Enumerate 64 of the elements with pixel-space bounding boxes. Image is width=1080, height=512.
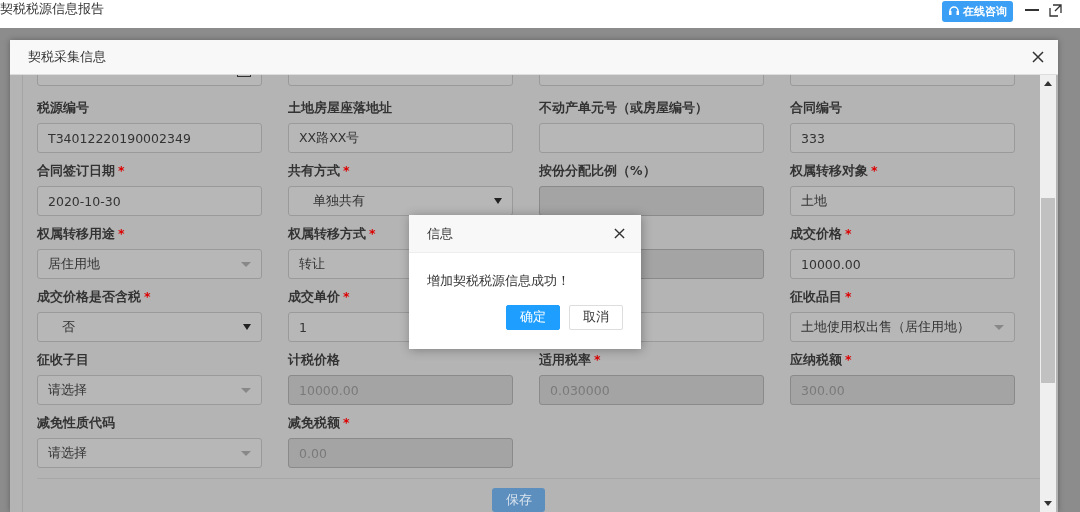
- minimize-icon[interactable]: [1025, 8, 1039, 12]
- field-label: 共有方式: [288, 163, 340, 178]
- field-label: 权属转移方式: [288, 226, 366, 241]
- field-label: 合同签订日期: [37, 163, 115, 178]
- select-field[interactable]: 请选择: [37, 438, 262, 468]
- field-label: 权属转移用途: [37, 226, 115, 241]
- field-label: 按份分配比例（%）: [539, 163, 656, 178]
- select-field[interactable]: 居住用地: [37, 249, 262, 279]
- input-field[interactable]: XX路XX号: [288, 123, 513, 153]
- dialog-title: 信息: [427, 224, 454, 243]
- select-field[interactable]: 请选择: [37, 375, 262, 405]
- required-mark: *: [343, 289, 350, 304]
- field-label: 计税价格: [288, 352, 340, 367]
- required-mark: *: [343, 415, 350, 430]
- caret-icon: [241, 387, 251, 393]
- required-mark: *: [343, 163, 350, 178]
- select-field[interactable]: 单独共有: [288, 186, 513, 216]
- cancel-button[interactable]: 取消: [569, 305, 623, 330]
- maximize-icon[interactable]: [1049, 3, 1062, 17]
- scroll-up-icon[interactable]: [1044, 81, 1052, 86]
- input-field[interactable]: 10000.00: [790, 249, 1015, 279]
- select-field[interactable]: 土地使用权出售（居住用地）: [790, 312, 1015, 342]
- required-mark: *: [871, 163, 878, 178]
- caret-icon: [994, 324, 1004, 330]
- field-label: 合同编号: [790, 100, 842, 115]
- caret-icon: [241, 261, 251, 267]
- required-mark: *: [144, 289, 151, 304]
- required-mark: *: [845, 289, 852, 304]
- close-icon[interactable]: [1032, 51, 1044, 63]
- field-label: 权属转移对象: [790, 163, 868, 178]
- dropdown-arrow-icon: [243, 324, 251, 330]
- dropdown-arrow-icon: [494, 198, 502, 204]
- scrollbar[interactable]: [1040, 75, 1056, 512]
- input-field[interactable]: 333: [790, 123, 1015, 153]
- window-title: 契税税源信息报告: [0, 0, 105, 18]
- required-mark: *: [845, 226, 852, 241]
- field-label: 减免税额: [288, 415, 340, 430]
- required-mark: *: [845, 352, 852, 367]
- field-label: 土地房屋座落地址: [288, 100, 392, 115]
- input-field[interactable]: 土地: [790, 186, 1015, 216]
- headset-icon: [948, 5, 960, 17]
- input-field[interactable]: T34012220190002349: [37, 123, 262, 153]
- required-mark: *: [369, 226, 376, 241]
- caret-icon: [241, 450, 251, 456]
- modal-title: 契税采集信息: [28, 48, 107, 66]
- required-mark: *: [594, 352, 601, 367]
- field-label: 征收子目: [37, 352, 89, 367]
- field-label: 征收品目: [790, 289, 842, 304]
- close-icon[interactable]: [614, 228, 625, 239]
- field-label: 应纳税额: [790, 352, 842, 367]
- field-label: 成交价格: [790, 226, 842, 241]
- input-field[interactable]: [539, 123, 764, 153]
- scrollbar-thumb[interactable]: [1041, 198, 1055, 383]
- field-label: 成交单价: [288, 289, 340, 304]
- required-mark: *: [118, 226, 125, 241]
- required-mark: *: [118, 163, 125, 178]
- select-field[interactable]: 否: [37, 312, 262, 342]
- scroll-down-icon[interactable]: [1044, 501, 1052, 506]
- field-label: 不动产单元号（或房屋编号）: [539, 100, 708, 115]
- input-field[interactable]: 2020-10-30: [37, 186, 262, 216]
- field-label: 适用税率: [539, 352, 591, 367]
- field-label: 减免性质代码: [37, 415, 115, 430]
- field-label: 税源编号: [37, 100, 89, 115]
- field-label: 成交价格是否含税: [37, 289, 141, 304]
